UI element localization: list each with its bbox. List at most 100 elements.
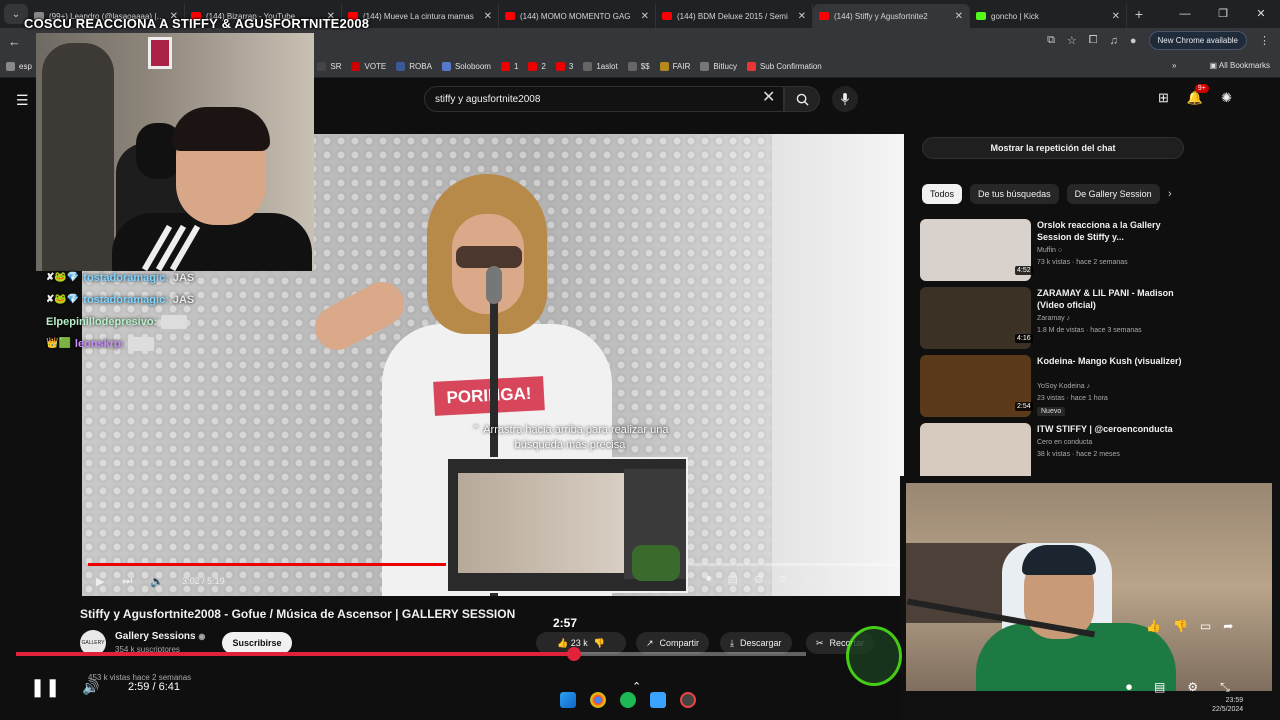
extensions-icon[interactable]: ⧠: [1089, 34, 1098, 47]
miniplayer-icon[interactable]: ⧈: [780, 573, 787, 586]
bookmark-item[interactable]: 2: [528, 62, 546, 71]
browser-tab[interactable]: (144) Stiffy y Agusfortnite2 ✕: [813, 4, 970, 28]
channel-logo-overlay: [846, 626, 902, 686]
autoplay-toggle[interactable]: ⏺: [1126, 680, 1132, 695]
thumbs-up-icon[interactable]: 👍: [1146, 619, 1161, 633]
new-tab-icon[interactable]: +: [1127, 6, 1151, 22]
recommended-channel[interactable]: YoSoy Kodeina ♪: [1037, 383, 1090, 390]
recommended-title[interactable]: ZARAMAY & LIL PANI - Madison (Video ofic…: [1037, 287, 1187, 311]
download-button[interactable]: ⤓ Descargar: [720, 632, 792, 654]
comment-icon[interactable]: ▭: [1200, 619, 1211, 633]
settings-icon[interactable]: ⚙: [754, 573, 764, 586]
recommended-title[interactable]: ITW STIFFY | @ceroenconducta: [1037, 423, 1187, 435]
recommended-meta: 1.8 M de vistas · hace 3 semanas: [1037, 327, 1142, 334]
tab-close-icon[interactable]: ✕: [641, 11, 649, 22]
all-bookmarks-button[interactable]: ▣ All Bookmarks: [1210, 61, 1270, 70]
exit-fullscreen-icon[interactable]: ⤡: [1220, 680, 1230, 695]
bookmark-item[interactable]: Bitlucy: [700, 62, 737, 71]
chrome-icon[interactable]: [590, 692, 606, 708]
windows-start-icon[interactable]: [560, 692, 576, 708]
bookmark-item[interactable]: 1aslot: [583, 62, 618, 71]
volume-icon[interactable]: 🔊: [82, 679, 99, 696]
notepad-icon[interactable]: [650, 692, 666, 708]
back-icon[interactable]: ←: [8, 34, 21, 49]
filter-chip[interactable]: De Gallery Session: [1066, 184, 1160, 204]
recommended-title[interactable]: Kodeina- Mango Kush (visualizer): [1037, 355, 1187, 367]
stream-progress-bar[interactable]: [16, 652, 806, 656]
pause-icon[interactable]: ❚❚: [30, 677, 60, 698]
tab-close-icon[interactable]: ✕: [1112, 11, 1120, 22]
browser-tab[interactable]: (144) BDM Deluxe 2015 / Semi ✕: [656, 4, 813, 28]
channel-name[interactable]: Gallery Sessions ◉: [115, 631, 205, 642]
recommended-channel[interactable]: Cero en conducta: [1037, 439, 1092, 446]
recommended-channel[interactable]: Zaramay ♪: [1037, 315, 1070, 322]
stream-title: COSCU REACCIONA A STIFFY & AGUSFORTNITE2…: [24, 16, 370, 31]
clear-search-icon[interactable]: ✕: [762, 89, 775, 107]
volume-icon[interactable]: 🔈: [150, 575, 164, 588]
close-window-icon[interactable]: ✕: [1242, 0, 1280, 28]
media-icon[interactable]: ♫: [1110, 35, 1118, 47]
create-video-icon[interactable]: ⊞: [1158, 90, 1169, 106]
bookmark-item[interactable]: $$: [627, 62, 650, 71]
notifications-icon[interactable]: 🔔 9+: [1187, 84, 1209, 106]
next-icon[interactable]: ⏭: [122, 575, 132, 588]
bookmark-item[interactable]: Soloboom: [441, 62, 491, 71]
bookmark-label: 1aslot: [596, 62, 618, 71]
dislike-button[interactable]: 👎: [594, 638, 605, 649]
bookmark-item[interactable]: VOTE: [351, 62, 386, 71]
bookmark-item[interactable]: 1: [500, 62, 518, 71]
thumbs-down-icon[interactable]: 👎: [1173, 619, 1188, 633]
spotify-icon[interactable]: [620, 692, 636, 708]
bookmark-star-icon[interactable]: ☆: [1067, 34, 1077, 47]
subtitles-icon[interactable]: ▤: [728, 573, 738, 586]
play-icon[interactable]: ▶: [96, 575, 104, 588]
tab-close-icon[interactable]: ✕: [484, 11, 492, 22]
subscribe-button[interactable]: Suscribirse: [222, 632, 292, 654]
bookmark-item[interactable]: SR: [317, 62, 341, 71]
captions-icon[interactable]: ▤: [1154, 680, 1165, 695]
browser-tab[interactable]: (144) MOMO MOMENTO GAG ✕: [499, 4, 656, 28]
recommended-title[interactable]: Orslok reacciona a la Gallery Session de…: [1037, 219, 1187, 243]
fullscreen-icon[interactable]: ⛶: [829, 573, 837, 586]
tab-label: (144) BDM Deluxe 2015 / Semi: [677, 11, 788, 21]
recommended-channel[interactable]: Muffin ○: [1037, 247, 1062, 254]
chat-replay-button[interactable]: Mostrar la repetición del chat: [922, 137, 1184, 159]
account-avatar-icon[interactable]: ✺: [1221, 90, 1232, 106]
browser-tab[interactable]: goncho | Kick ✕: [970, 4, 1127, 28]
bookmark-item[interactable]: 3: [555, 62, 573, 71]
hamburger-menu-icon[interactable]: ☰: [16, 92, 29, 109]
bookmark-favicon-icon: [528, 62, 538, 71]
share-icon[interactable]: ➦: [1223, 619, 1233, 633]
voice-search-button[interactable]: [832, 86, 858, 112]
autoplay-toggle[interactable]: ⏺: [706, 573, 712, 586]
bookmark-item[interactable]: esp: [6, 62, 32, 71]
new-chrome-button[interactable]: New Chrome available: [1148, 31, 1247, 50]
filter-chip[interactable]: De tus búsquedas: [970, 184, 1059, 204]
recommended-video[interactable]: 4:52 Orslok reacciona a la Gallery Sessio…: [920, 219, 1190, 281]
maximize-icon[interactable]: ❐: [1204, 0, 1242, 28]
install-icon[interactable]: ⧉: [1047, 34, 1055, 47]
chat-message: ✘🐸💎 tostadoramagic: JAS: [46, 289, 194, 311]
recommended-video[interactable]: 4:16 ZARAMAY & LIL PANI - Madison (Video …: [920, 287, 1190, 349]
theater-icon[interactable]: ▭: [803, 573, 813, 586]
profile-icon[interactable]: ●: [1130, 35, 1137, 47]
chevron-right-icon[interactable]: ›: [1168, 188, 1172, 200]
search-input[interactable]: stiffy y agusfortnite2008: [424, 86, 784, 112]
progress-scrubber[interactable]: [566, 647, 581, 661]
search-button[interactable]: [784, 86, 820, 112]
bookmark-item[interactable]: ROBA: [396, 62, 432, 71]
share-button[interactable]: ↗ Compartir: [636, 632, 710, 654]
minimize-icon[interactable]: —: [1166, 0, 1204, 28]
filter-chip[interactable]: Todos: [922, 184, 963, 204]
bookmark-item[interactable]: FAIR: [659, 62, 690, 71]
bookmarks-overflow-icon[interactable]: »: [1172, 61, 1176, 70]
bookmark-item[interactable]: Sub Confirmation: [746, 62, 822, 71]
obs-icon[interactable]: [680, 692, 696, 708]
more-icon[interactable]: ⋮: [1259, 34, 1270, 47]
wall-frame: [148, 37, 172, 69]
settings-gear-icon[interactable]: ⚙: [1187, 680, 1198, 695]
tab-close-icon[interactable]: ✕: [955, 11, 963, 22]
recommended-video[interactable]: 2:54 Kodeina- Mango Kush (visualizer) YoSo…: [920, 355, 1190, 417]
tab-close-icon[interactable]: ✕: [798, 11, 806, 22]
youtube-favicon-icon: [819, 12, 829, 20]
